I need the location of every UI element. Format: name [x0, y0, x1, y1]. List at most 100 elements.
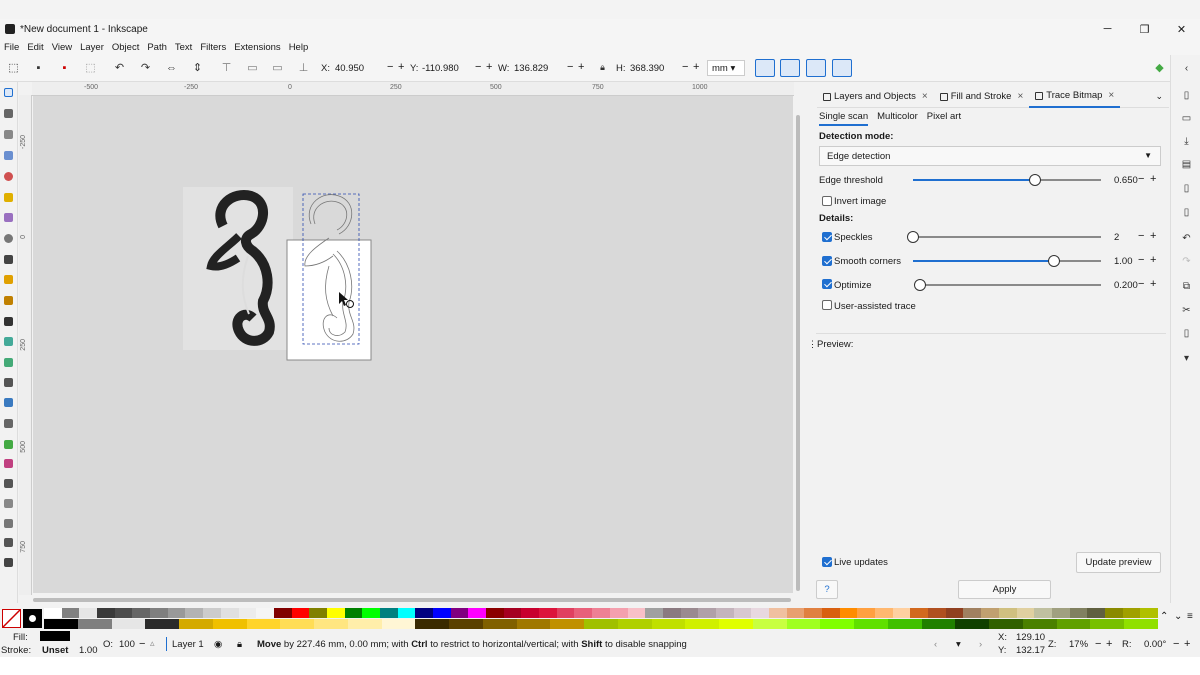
drawing-canvas[interactable] — [33, 96, 793, 593]
color-swatch[interactable] — [1090, 619, 1124, 629]
3dbox-tool-icon[interactable] — [4, 213, 13, 222]
raise-to-top-icon[interactable]: ⊤ — [220, 61, 233, 74]
scale-stroke-toggle[interactable] — [755, 59, 775, 77]
paste-icon[interactable]: ▯ — [1181, 328, 1192, 339]
color-swatch[interactable] — [928, 608, 946, 618]
color-swatch[interactable] — [854, 619, 888, 629]
save-icon[interactable]: ⤓ — [1181, 136, 1192, 147]
dock-tool-icon[interactable] — [4, 558, 13, 567]
lpe-tool-icon[interactable] — [4, 479, 13, 488]
color-swatch[interactable] — [256, 608, 274, 618]
calligraphy-tool-icon[interactable] — [4, 296, 13, 305]
node-tool-icon[interactable] — [4, 109, 13, 118]
optimize-checkbox[interactable] — [822, 279, 832, 289]
horizontal-scrollbar[interactable] — [33, 597, 791, 602]
color-swatch[interactable] — [348, 619, 382, 629]
color-swatch[interactable] — [628, 608, 646, 618]
page-select-icon[interactable]: ▾ — [956, 639, 961, 650]
import-icon[interactable]: ▯ — [1181, 183, 1192, 194]
ellipse-tool-icon[interactable] — [4, 172, 13, 181]
menu-view[interactable]: View — [48, 42, 76, 53]
w-field[interactable]: 136.829 — [514, 63, 548, 74]
spin-decrement[interactable]: − — [1138, 278, 1144, 290]
move-patterns-toggle[interactable] — [832, 59, 852, 77]
stroke-width[interactable]: 1.00 — [79, 645, 98, 656]
open-icon[interactable]: ▭ — [1181, 113, 1192, 124]
color-swatch[interactable] — [1070, 608, 1088, 618]
speckles-spin[interactable]: 2 − + — [1110, 230, 1163, 246]
subtab-single-scan[interactable]: Single scan — [819, 111, 869, 126]
snap-icon[interactable]: ◆ — [1153, 61, 1166, 74]
color-swatch[interactable] — [521, 608, 539, 618]
color-swatch[interactable] — [345, 608, 363, 618]
move-gradients-toggle[interactable] — [806, 59, 826, 77]
vertical-scrollbar[interactable] — [796, 115, 800, 591]
spin-value[interactable]: 0.650 — [1114, 175, 1138, 186]
eraser-tool-icon[interactable] — [4, 440, 13, 449]
user-assisted-checkbox[interactable] — [822, 300, 832, 310]
connector-tool-icon[interactable] — [4, 459, 13, 468]
color-swatch[interactable] — [145, 619, 179, 629]
menu-path[interactable]: Path — [143, 42, 171, 53]
rotate-cw-icon[interactable]: ↷ — [139, 61, 152, 74]
rect-tool-icon[interactable] — [4, 151, 13, 160]
cut-icon[interactable]: ✂ — [1181, 305, 1192, 316]
opacity-increment[interactable]: ▵ — [150, 638, 155, 649]
color-swatch[interactable] — [362, 608, 380, 618]
slider-handle[interactable] — [1029, 174, 1041, 186]
smooth-corners-slider[interactable] — [913, 255, 1101, 267]
touch-select-icon[interactable]: ⬚ — [84, 61, 97, 74]
spin-increment[interactable]: + — [1150, 254, 1156, 266]
color-swatch[interactable] — [618, 619, 652, 629]
speckles-checkbox[interactable] — [822, 232, 832, 242]
x-decrement[interactable]: − — [387, 61, 393, 73]
color-swatch[interactable] — [1023, 619, 1057, 629]
color-swatch[interactable] — [79, 608, 97, 618]
color-swatch[interactable] — [449, 619, 483, 629]
color-swatch[interactable] — [309, 608, 327, 618]
chevron-left-icon[interactable]: ‹ — [1181, 63, 1192, 74]
color-swatch[interactable] — [840, 608, 858, 618]
lower-to-bottom-icon[interactable]: ⊥ — [297, 61, 310, 74]
apply-button[interactable]: Apply — [958, 580, 1051, 599]
color-swatch[interactable] — [1140, 608, 1158, 618]
color-swatch[interactable] — [415, 608, 433, 618]
color-swatch[interactable] — [1124, 619, 1158, 629]
tab-fill-and-stroke[interactable]: Fill and Stroke × — [934, 86, 1030, 108]
color-swatch[interactable] — [822, 608, 840, 618]
zoom-field[interactable]: 17% — [1069, 639, 1088, 650]
h-increment[interactable]: + — [693, 61, 699, 73]
spin-decrement[interactable]: − — [1138, 230, 1144, 242]
preview-handle-icon[interactable]: ⋮ — [808, 339, 817, 350]
color-swatch[interactable] — [787, 608, 805, 618]
w-increment[interactable]: + — [578, 61, 584, 73]
color-swatch[interactable] — [804, 608, 822, 618]
color-swatch[interactable] — [132, 608, 150, 618]
rotate-field[interactable]: 0.00° — [1144, 639, 1166, 650]
color-swatch[interactable] — [910, 608, 928, 618]
undo-icon[interactable]: ↶ — [1181, 233, 1192, 244]
detection-mode-select[interactable]: Edge detection ▼ — [819, 146, 1161, 166]
edge-threshold-spin[interactable]: 0.650 − + — [1110, 173, 1163, 189]
color-swatch[interactable] — [112, 619, 146, 629]
color-swatch[interactable] — [292, 608, 310, 618]
fill-indicator[interactable] — [40, 631, 70, 641]
page-next-icon[interactable]: › — [979, 639, 982, 650]
more-chevron-icon[interactable]: ▾ — [1181, 353, 1192, 364]
star-tool-icon[interactable] — [4, 193, 13, 202]
edge-threshold-slider[interactable] — [913, 174, 1101, 186]
optimize-spin[interactable]: 0.200 − + — [1110, 278, 1163, 294]
export-icon[interactable]: ▯ — [1181, 207, 1192, 218]
subtab-pixel-art[interactable]: Pixel art — [927, 111, 961, 126]
color-swatch[interactable] — [875, 608, 893, 618]
speckles-slider[interactable] — [907, 231, 1101, 243]
color-swatch[interactable] — [415, 619, 449, 629]
color-swatch[interactable] — [1105, 608, 1123, 618]
color-swatch[interactable] — [97, 608, 115, 618]
color-swatch[interactable] — [78, 619, 112, 629]
flip-vertical-icon[interactable]: ⇕ — [191, 61, 204, 74]
spin-value[interactable]: 1.00 — [1114, 256, 1133, 267]
h-decrement[interactable]: − — [682, 61, 688, 73]
color-swatch[interactable] — [734, 608, 752, 618]
menu-text[interactable]: Text — [171, 42, 196, 53]
